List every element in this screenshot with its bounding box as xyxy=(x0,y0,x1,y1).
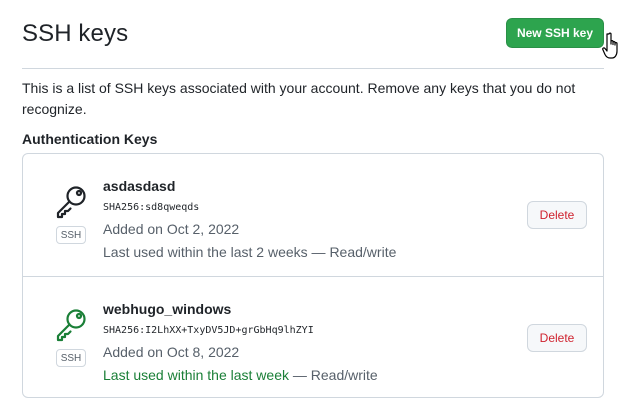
delete-key-button[interactable]: Delete xyxy=(527,324,587,352)
key-fingerprint: SHA256:I2LhXX+TxyDV5JD+grGbHq9lhZYI xyxy=(103,325,314,336)
page-title: SSH keys xyxy=(22,20,129,47)
key-row: SSH asdasdasd SHA256:sd8qweqds Added on … xyxy=(23,154,603,276)
key-last-used: Last used within the last week — Read/wr… xyxy=(103,366,378,384)
key-icon xyxy=(56,309,86,342)
key-info: asdasdasd SHA256:sd8qweqds Added on Oct … xyxy=(103,176,396,261)
key-last-used-rest: — Read/write xyxy=(289,367,378,383)
key-title: asdasdasd xyxy=(103,178,176,194)
hand-cursor-icon xyxy=(602,32,618,59)
key-last-used-highlight: Last used within the last week xyxy=(103,367,289,383)
keys-list: SSH asdasdasd SHA256:sd8qweqds Added on … xyxy=(22,153,604,398)
section-title: Authentication Keys xyxy=(22,131,158,147)
key-info: webhugo_windows SHA256:I2LhXX+TxyDV5JD+g… xyxy=(103,299,378,384)
key-last-used: Last used within the last 2 weeks — Read… xyxy=(103,243,396,261)
key-added-date: Added on Oct 8, 2022 xyxy=(103,344,240,360)
ssh-badge: SSH xyxy=(56,349,86,367)
key-icon xyxy=(56,186,86,219)
delete-key-button[interactable]: Delete xyxy=(527,201,587,229)
key-title: webhugo_windows xyxy=(103,301,232,317)
key-last-used-rest: Last used within the last 2 weeks — Read… xyxy=(103,244,397,260)
new-ssh-key-button[interactable]: New SSH key xyxy=(506,18,604,48)
key-added-date: Added on Oct 2, 2022 xyxy=(103,221,240,237)
key-row: SSH webhugo_windows SHA256:I2LhXX+TxyDV5… xyxy=(23,276,603,398)
key-fingerprint: SHA256:sd8qweqds xyxy=(103,202,200,213)
page-header: SSH keys New SSH key xyxy=(22,0,604,69)
ssh-badge: SSH xyxy=(56,226,86,244)
description-text: This is a list of SSH keys associated wi… xyxy=(22,80,576,117)
